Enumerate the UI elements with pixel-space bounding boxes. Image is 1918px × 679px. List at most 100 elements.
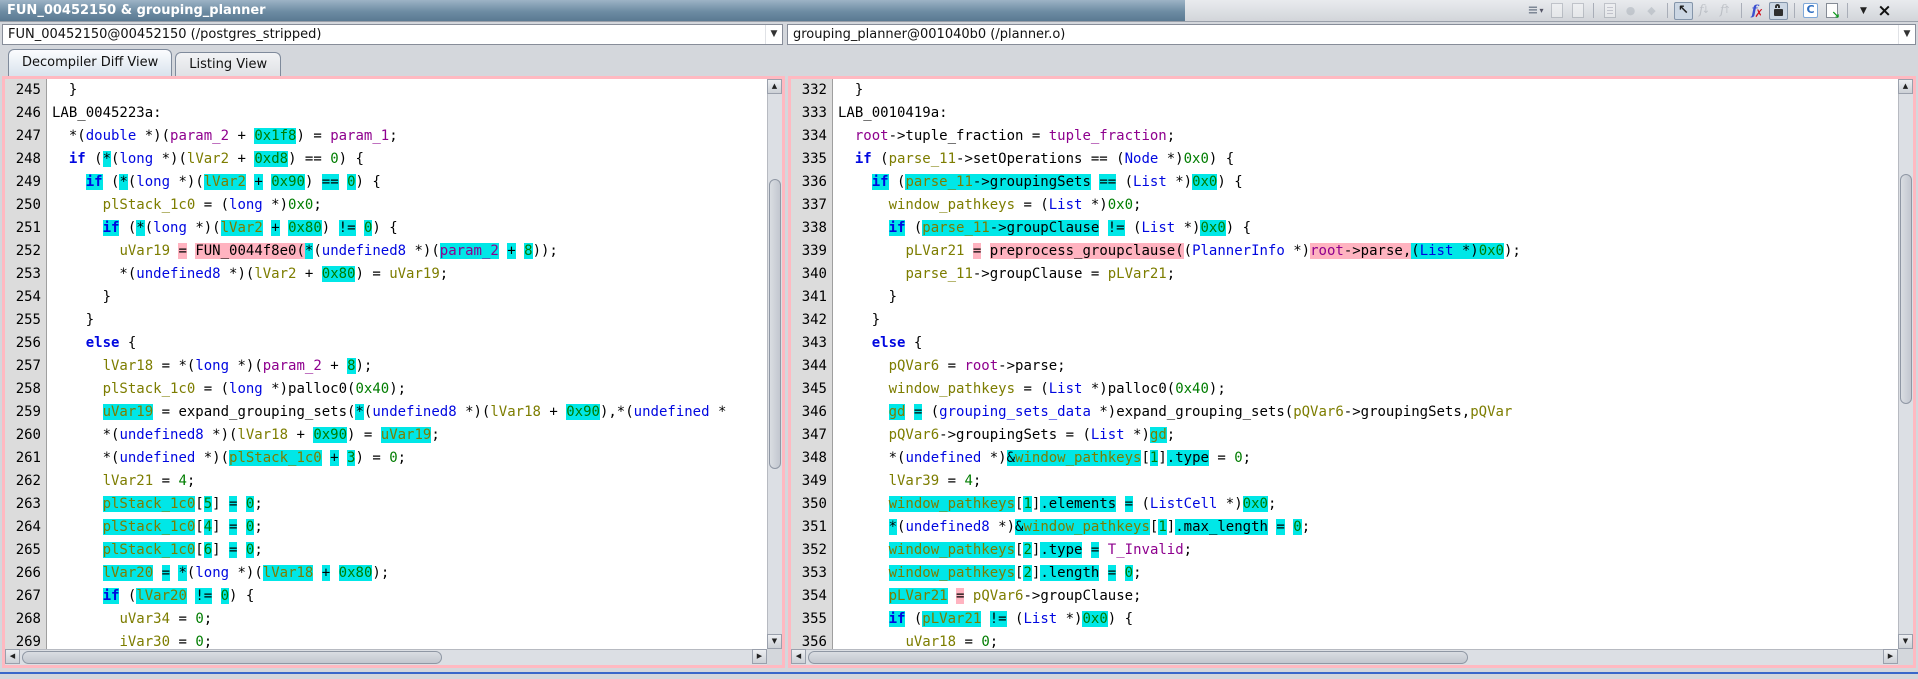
snapshot-list-icon[interactable]: ≡▾: [1526, 2, 1545, 20]
toolbar-separator: [1741, 3, 1742, 18]
code-line[interactable]: window_pathkeys[1].elements = (ListCell …: [833, 493, 1898, 516]
code-line[interactable]: lVar20 = *(long *)(lVar18 + 0x80);: [47, 562, 767, 585]
code-line[interactable]: if (pLVar21 != (List *)0x0) {: [833, 608, 1898, 631]
code-line[interactable]: pQVar6->groupingSets = (List *)gd;: [833, 424, 1898, 447]
code-line[interactable]: *(undefined *)(plStack_1c0 + 3) = 0;: [47, 447, 767, 470]
scrollbar-thumb[interactable]: [769, 179, 781, 469]
line-number: 339: [791, 240, 832, 263]
code-line[interactable]: plStack_1c0 = (long *)palloc0(0x40);: [47, 378, 767, 401]
code-line[interactable]: pLVar21 = pQVar6->groupClause;: [833, 585, 1898, 608]
function-selector-right[interactable]: grouping_planner@001040b0 (/planner.o) ▼: [787, 24, 1916, 45]
code-line[interactable]: }: [833, 79, 1898, 102]
horizontal-scrollbar[interactable]: ◀ ▶: [791, 649, 1898, 665]
code-line[interactable]: plStack_1c0[6] = 0;: [47, 539, 767, 562]
code-view[interactable]: }LAB_0010419a: root->tuple_fraction = tu…: [833, 79, 1898, 649]
code-line[interactable]: if (parse_11->groupingSets == (List *)0x…: [833, 171, 1898, 194]
code-line[interactable]: lVar21 = 4;: [47, 470, 767, 493]
horizontal-scrollbar[interactable]: ◀ ▶: [5, 649, 767, 665]
line-number: 262: [5, 470, 46, 493]
code-line[interactable]: if (parse_11->setOperations == (Node *)0…: [833, 148, 1898, 171]
chevron-down-icon[interactable]: ▼: [765, 25, 782, 44]
function-selector-left[interactable]: FUN_00452150@00452150 (/postgres_strippe…: [2, 24, 783, 45]
code-line[interactable]: if (*(long *)(lVar2 + 0x80) != 0) {: [47, 217, 767, 240]
scrollbar-thumb[interactable]: [22, 651, 442, 664]
code-line[interactable]: *(undefined8 *)&window_pathkeys[1].max_l…: [833, 516, 1898, 539]
tab-listing-view[interactable]: Listing View: [175, 52, 281, 76]
code-line[interactable]: root->tuple_fraction = tuple_fraction;: [833, 125, 1898, 148]
code-line[interactable]: }: [833, 286, 1898, 309]
code-line[interactable]: LAB_0010419a:: [833, 102, 1898, 125]
tab-bar: Decompiler Diff View Listing View: [0, 47, 1918, 76]
c-source-icon[interactable]: C: [1801, 2, 1820, 20]
line-number: 266: [5, 562, 46, 585]
scroll-down-arrow-icon[interactable]: ▼: [1898, 634, 1913, 649]
line-number: 260: [5, 424, 46, 447]
remove-function-icon[interactable]: f✗: [1748, 2, 1767, 20]
code-line[interactable]: }: [47, 79, 767, 102]
line-number: 352: [791, 539, 832, 562]
scroll-up-arrow-icon[interactable]: ▲: [1898, 79, 1913, 94]
code-line[interactable]: window_pathkeys[2].length = 0;: [833, 562, 1898, 585]
tab-decompiler-diff-view[interactable]: Decompiler Diff View: [8, 49, 172, 76]
scrollbar-thumb[interactable]: [1900, 174, 1912, 404]
code-line[interactable]: plStack_1c0[5] = 0;: [47, 493, 767, 516]
code-line[interactable]: uVar18 = 0;: [833, 631, 1898, 649]
code-line[interactable]: else {: [47, 332, 767, 355]
cursor-select-icon[interactable]: ↖: [1674, 2, 1693, 20]
code-line[interactable]: if (*(long *)(lVar2 + 0x90) == 0) {: [47, 171, 767, 194]
line-number: 337: [791, 194, 832, 217]
code-line[interactable]: uVar19 = FUN_0044f8e0(*(undefined8 *)(pa…: [47, 240, 767, 263]
code-line[interactable]: LAB_0045223a:: [47, 102, 767, 125]
code-line[interactable]: window_pathkeys = (List *)palloc0(0x40);: [833, 378, 1898, 401]
code-line[interactable]: *(undefined8 *)(lVar2 + 0x80) = uVar19;: [47, 263, 767, 286]
code-line[interactable]: *(undefined *)&window_pathkeys[1].type =…: [833, 447, 1898, 470]
code-line[interactable]: window_pathkeys[2].type = T_Invalid;: [833, 539, 1898, 562]
code-line[interactable]: lVar18 = *(long *)(param_2 + 8);: [47, 355, 767, 378]
export-page-icon[interactable]: ↘: [1822, 2, 1841, 20]
code-line[interactable]: window_pathkeys = (List *)0x0;: [833, 194, 1898, 217]
code-line[interactable]: iVar30 = 0;: [47, 631, 767, 649]
code-line[interactable]: if (parse_11->groupClause != (List *)0x0…: [833, 217, 1898, 240]
decompiler-pane-left: 2452462472482492502512522532542552562572…: [2, 76, 785, 668]
close-panel-icon[interactable]: ×: [1875, 2, 1894, 20]
code-line[interactable]: if (*(long *)(lVar2 + 0xd8) == 0) {: [47, 148, 767, 171]
line-number: 258: [5, 378, 46, 401]
scroll-left-arrow-icon[interactable]: ◀: [5, 649, 20, 664]
scroll-left-arrow-icon[interactable]: ◀: [791, 649, 806, 664]
code-line[interactable]: }: [47, 286, 767, 309]
code-line[interactable]: pQVar6 = root->parse;: [833, 355, 1898, 378]
code-view[interactable]: }LAB_0045223a: *(double *)(param_2 + 0x1…: [47, 79, 767, 649]
function-down-icon: f↓: [1695, 2, 1714, 20]
scroll-down-arrow-icon[interactable]: ▼: [767, 634, 782, 649]
chevron-down-icon[interactable]: ▼: [1898, 25, 1915, 44]
code-line[interactable]: plStack_1c0[4] = 0;: [47, 516, 767, 539]
vertical-scrollbar[interactable]: ▲ ▼: [1898, 79, 1913, 649]
code-line[interactable]: }: [833, 309, 1898, 332]
code-line[interactable]: gd = (grouping_sets_data *)expand_groupi…: [833, 401, 1898, 424]
code-line[interactable]: uVar19 = expand_grouping_sets(*(undefine…: [47, 401, 767, 424]
line-number: 252: [5, 240, 46, 263]
lock-scroll-icon[interactable]: [1769, 2, 1788, 20]
code-line[interactable]: *(undefined8 *)(lVar18 + 0x90) = uVar19;: [47, 424, 767, 447]
vertical-scrollbar[interactable]: ▲ ▼: [767, 79, 782, 649]
code-line[interactable]: plStack_1c0 = (long *)0x0;: [47, 194, 767, 217]
code-line[interactable]: pLVar21 = preprocess_groupclause((Planne…: [833, 240, 1898, 263]
line-number: 353: [791, 562, 832, 585]
line-number: 338: [791, 217, 832, 240]
scroll-right-arrow-icon[interactable]: ▶: [752, 649, 767, 664]
line-number: 333: [791, 102, 832, 125]
code-line[interactable]: uVar34 = 0;: [47, 608, 767, 631]
line-number: 249: [5, 171, 46, 194]
code-line[interactable]: *(double *)(param_2 + 0x1f8) = param_1;: [47, 125, 767, 148]
code-line[interactable]: if (lVar20 != 0) {: [47, 585, 767, 608]
scroll-up-arrow-icon[interactable]: ▲: [767, 79, 782, 94]
line-number: 356: [791, 631, 832, 649]
panel-menu-caret-icon[interactable]: ▼: [1854, 2, 1873, 20]
toolbar-separator: [1667, 3, 1668, 18]
code-line[interactable]: lVar39 = 4;: [833, 470, 1898, 493]
code-line[interactable]: }: [47, 309, 767, 332]
scrollbar-thumb[interactable]: [808, 651, 1468, 664]
code-line[interactable]: parse_11->groupClause = pLVar21;: [833, 263, 1898, 286]
code-line[interactable]: else {: [833, 332, 1898, 355]
scroll-right-arrow-icon[interactable]: ▶: [1883, 649, 1898, 664]
